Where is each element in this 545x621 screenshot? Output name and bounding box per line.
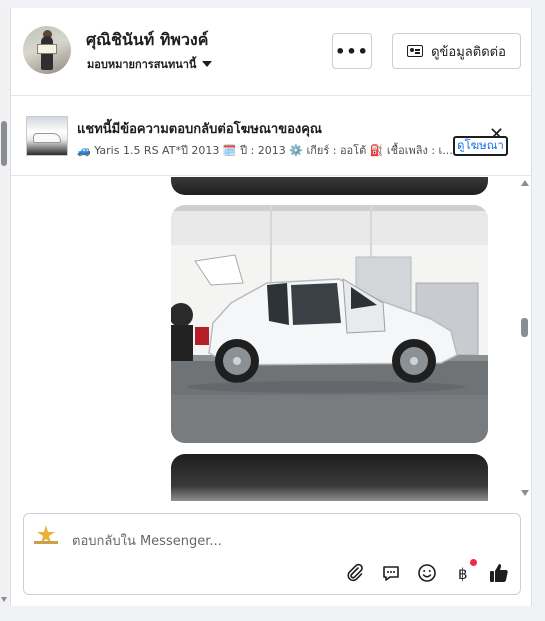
more-icon: •••	[335, 41, 369, 61]
message-photo[interactable]	[171, 177, 488, 195]
left-scrollbar[interactable]	[0, 8, 8, 606]
ad-thumbnail[interactable]	[26, 116, 68, 156]
composer-toolbar: ฿	[344, 559, 510, 584]
message-photo[interactable]	[171, 454, 488, 501]
car-photo-illustration	[171, 205, 488, 443]
notification-dot	[470, 559, 477, 566]
view-ad-link[interactable]: ดูโฆษณา	[453, 136, 508, 156]
paperclip-icon[interactable]	[344, 562, 366, 584]
contact-name[interactable]: ศุณิชินันท์ ทิพวงค์	[86, 28, 208, 53]
ad-banner-subtitle: 🚙 Yaris 1.5 RS AT*ปี 2013 🗓️ ปี : 2013 ⚙…	[77, 144, 453, 157]
view-contact-info-button[interactable]: ดูข้อมูลติดต่อ	[392, 33, 521, 69]
view-contact-info-label: ดูข้อมูลติดต่อ	[431, 44, 506, 60]
message-photo-car[interactable]	[171, 205, 488, 443]
assign-label: มอบหมายการสนทนานี้	[87, 58, 197, 71]
left-scroll-down-arrow[interactable]	[1, 597, 7, 602]
more-options-button[interactable]: •••	[332, 33, 372, 69]
message-scrollbar-thumb[interactable]	[521, 318, 528, 337]
emoji-icon[interactable]	[416, 562, 438, 584]
app-frame: ศุณิชินันท์ ทิพวงค์ มอบหมายการสนทนานี้ •…	[0, 0, 545, 621]
svg-text:฿: ฿	[458, 565, 468, 583]
scroll-down-arrow[interactable]	[521, 490, 529, 496]
ad-reply-banner: แชทนี้มีข้อความตอบกลับต่อโฆษณาของคุณ 🚙 Y…	[11, 96, 531, 176]
thumbs-up-icon[interactable]	[488, 562, 510, 584]
page-logo-icon	[34, 525, 58, 544]
message-list[interactable]	[11, 177, 531, 501]
conversation-panel: ศุณิชินันท์ ทิพวงค์ มอบหมายการสนทนานี้ •…	[10, 8, 532, 606]
ad-banner-title: แชทนี้มีข้อความตอบกลับต่อโฆษณาของคุณ	[77, 122, 322, 137]
chat-bubble-icon[interactable]	[380, 562, 402, 584]
avatar-sign	[37, 44, 57, 54]
scroll-up-arrow[interactable]	[521, 180, 529, 186]
chevron-down-icon	[202, 61, 213, 67]
avatar[interactable]	[23, 26, 71, 74]
left-scrollbar-thumb[interactable]	[1, 121, 7, 166]
reply-composer[interactable]: ตอบกลับใน Messenger... ฿	[23, 513, 521, 595]
id-card-icon	[407, 45, 424, 57]
assign-conversation-dropdown[interactable]: มอบหมายการสนทนานี้	[87, 55, 213, 73]
reply-input-placeholder[interactable]: ตอบกลับใน Messenger...	[72, 530, 222, 551]
conversation-header: ศุณิชินันท์ ทิพวงค์ มอบหมายการสนทนานี้ •…	[11, 8, 531, 96]
ad-thumbnail-car	[33, 133, 61, 143]
baht-icon[interactable]: ฿	[452, 559, 477, 584]
